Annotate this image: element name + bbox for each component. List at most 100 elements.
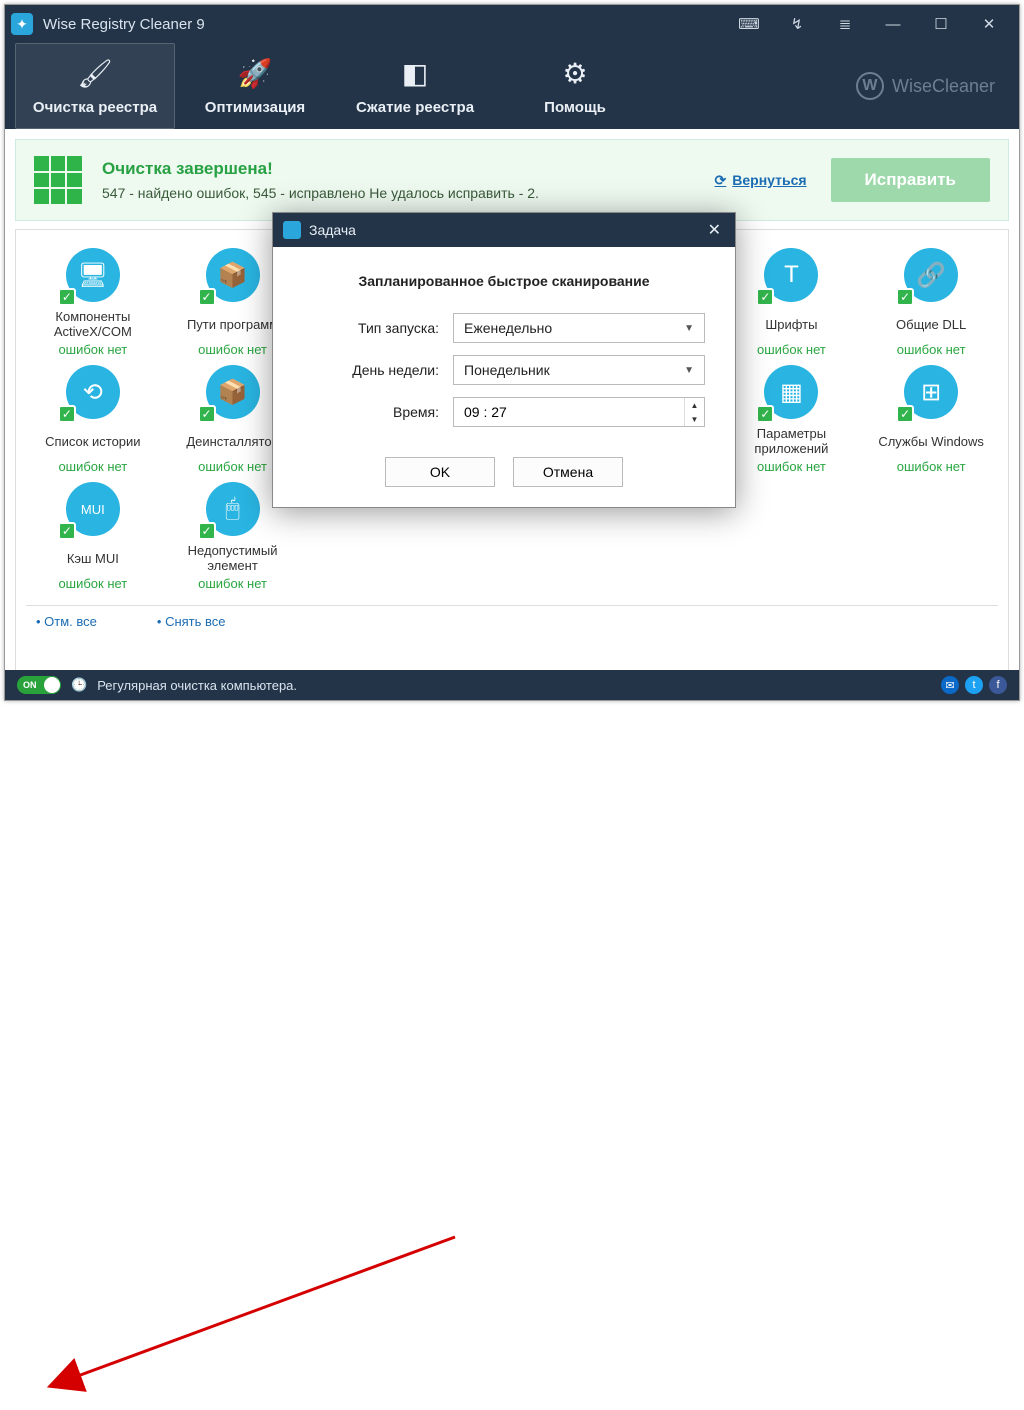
- feedback-icon[interactable]: ⌨: [725, 5, 773, 43]
- status-message: Очистка завершена! 547 - найдено ошибок,…: [102, 159, 539, 201]
- schedule-toggle[interactable]: ON: [17, 676, 61, 694]
- toggle-label: ON: [23, 680, 37, 690]
- cancel-button[interactable]: Отмена: [513, 457, 623, 487]
- check-icon: ✓: [198, 405, 216, 423]
- item-icon: 📦✓: [206, 248, 260, 302]
- spin-down-button[interactable]: ▼: [685, 412, 704, 426]
- item-label: Шрифты: [765, 308, 817, 340]
- item-status: ошибок нет: [198, 342, 267, 357]
- dialog-close-button[interactable]: ✕: [704, 220, 725, 240]
- item-label: Компоненты ActiveX/COM: [26, 308, 160, 340]
- registry-item[interactable]: T✓ Шрифты ошибок нет: [725, 248, 859, 357]
- registry-item[interactable]: ⟲✓ Список истории ошибок нет: [26, 365, 160, 474]
- launch-type-label: Тип запуска:: [303, 320, 453, 336]
- registry-item[interactable]: 🔗✓ Общие DLL ошибок нет: [864, 248, 998, 357]
- dialog-logo-icon: [283, 221, 301, 239]
- item-label: Список истории: [45, 425, 140, 457]
- check-icon: ✓: [198, 522, 216, 540]
- item-status: ошибок нет: [198, 576, 267, 591]
- check-icon: ✓: [756, 288, 774, 306]
- maximize-button[interactable]: ☐: [917, 5, 965, 43]
- registry-item[interactable]: ⊞✓ Службы Windows ошибок нет: [864, 365, 998, 474]
- registry-item[interactable]: 🖥✓ Компоненты ActiveX/COM ошибок нет: [26, 248, 160, 357]
- time-spinner[interactable]: 09 : 27 ▲ ▼: [453, 397, 705, 427]
- minimize-button[interactable]: —: [869, 5, 917, 43]
- menu-icon[interactable]: ≣: [821, 5, 869, 43]
- item-status: ошибок нет: [58, 459, 127, 474]
- item-status: ошибок нет: [58, 576, 127, 591]
- return-link[interactable]: ⟳ Вернуться: [715, 172, 807, 189]
- facebook-icon[interactable]: f: [989, 676, 1007, 694]
- twitter-icon[interactable]: t: [965, 676, 983, 694]
- titlebar: ✦ Wise Registry Cleaner 9 ⌨ ↯ ≣ — ☐ ✕: [5, 5, 1019, 43]
- toggle-knob: [44, 677, 60, 693]
- deselect-all-link[interactable]: Снять все: [157, 614, 226, 629]
- tab-label: Помощь: [544, 99, 606, 116]
- launch-type-select[interactable]: Еженедельно ▼: [453, 313, 705, 343]
- fix-button[interactable]: Исправить: [831, 158, 990, 202]
- item-status: ошибок нет: [897, 459, 966, 474]
- item-icon: 🔗✓: [904, 248, 958, 302]
- item-icon: MUI✓: [66, 482, 120, 536]
- dialog-heading: Запланированное быстрое сканирование: [303, 273, 705, 289]
- select-all-link[interactable]: Отм. все: [36, 614, 97, 629]
- tab-compress[interactable]: ◧ Сжатие реестра: [335, 43, 495, 129]
- check-icon: ✓: [58, 522, 76, 540]
- launch-type-value: Еженедельно: [464, 320, 552, 336]
- nav-row: 🖌 Очистка реестра 🚀 Оптимизация ◧ Сжатие…: [5, 43, 1019, 129]
- registry-item[interactable]: ▦✓Параметры приложенийошибок нет: [725, 365, 859, 474]
- weekday-select[interactable]: Понедельник ▼: [453, 355, 705, 385]
- chevron-down-icon: ▼: [684, 323, 694, 334]
- item-label: Общие DLL: [896, 308, 966, 340]
- weekday-label: День недели:: [303, 362, 453, 378]
- item-label: Пути программ: [187, 308, 278, 340]
- item-icon: ▦✓: [764, 365, 818, 419]
- tab-label: Очистка реестра: [33, 99, 157, 116]
- check-icon: ✓: [198, 288, 216, 306]
- app-logo-icon: ✦: [11, 13, 33, 35]
- clock-icon: 🕒: [71, 677, 87, 693]
- item-icon: 🖱✓: [206, 482, 260, 536]
- item-icon: T✓: [764, 248, 818, 302]
- time-value: 09 : 27: [464, 404, 507, 420]
- item-status: ошибок нет: [757, 342, 826, 357]
- check-icon: ✓: [896, 288, 914, 306]
- bottom-links: Отм. все Снять все: [26, 605, 998, 637]
- status-panel: Очистка завершена! 547 - найдено ошибок,…: [15, 139, 1009, 221]
- tab-help[interactable]: ⚙ Помощь: [495, 43, 655, 129]
- status-subtext: 547 - найдено ошибок, 545 - исправлено Н…: [102, 185, 539, 201]
- dialog-titlebar: Задача ✕: [273, 213, 735, 247]
- tab-registry-clean[interactable]: 🖌 Очистка реестра: [15, 43, 175, 129]
- registry-item[interactable]: MUI✓Кэш MUIошибок нет: [26, 482, 160, 591]
- mail-icon[interactable]: ✉: [941, 676, 959, 694]
- item-icon: 📦✓: [206, 365, 260, 419]
- check-icon: ✓: [58, 288, 76, 306]
- blocks-icon: ◧: [402, 57, 428, 91]
- annotation-arrow: [0, 705, 1024, 1410]
- ok-button[interactable]: OK: [385, 457, 495, 487]
- tool-icon[interactable]: ↯: [773, 5, 821, 43]
- item-status: ошибок нет: [58, 342, 127, 357]
- item-icon: 🖥✓: [66, 248, 120, 302]
- check-icon: ✓: [896, 405, 914, 423]
- status-heading: Очистка завершена!: [102, 159, 539, 179]
- item-status: ошибок нет: [897, 342, 966, 357]
- tab-label: Оптимизация: [205, 99, 305, 116]
- item-icon: ⊞✓: [904, 365, 958, 419]
- item-status: ошибок нет: [198, 459, 267, 474]
- rocket-icon: 🚀: [238, 57, 273, 91]
- refresh-icon: ⟳: [715, 172, 727, 189]
- spin-up-button[interactable]: ▲: [685, 398, 704, 412]
- item-status: ошибок нет: [757, 459, 826, 474]
- item-icon: ⟲✓: [66, 365, 120, 419]
- item-label: Недопустимый элемент: [166, 542, 300, 574]
- item-label: Деинсталлятор: [186, 425, 279, 457]
- time-label: Время:: [303, 404, 453, 420]
- task-dialog: Задача ✕ Запланированное быстрое сканиро…: [272, 212, 736, 508]
- tab-optimize[interactable]: 🚀 Оптимизация: [175, 43, 335, 129]
- close-button[interactable]: ✕: [965, 5, 1013, 43]
- item-label: Службы Windows: [878, 425, 984, 457]
- check-icon: ✓: [756, 405, 774, 423]
- status-wrap: Очистка завершена! 547 - найдено ошибок,…: [5, 129, 1019, 221]
- brush-icon: 🖌: [77, 57, 113, 91]
